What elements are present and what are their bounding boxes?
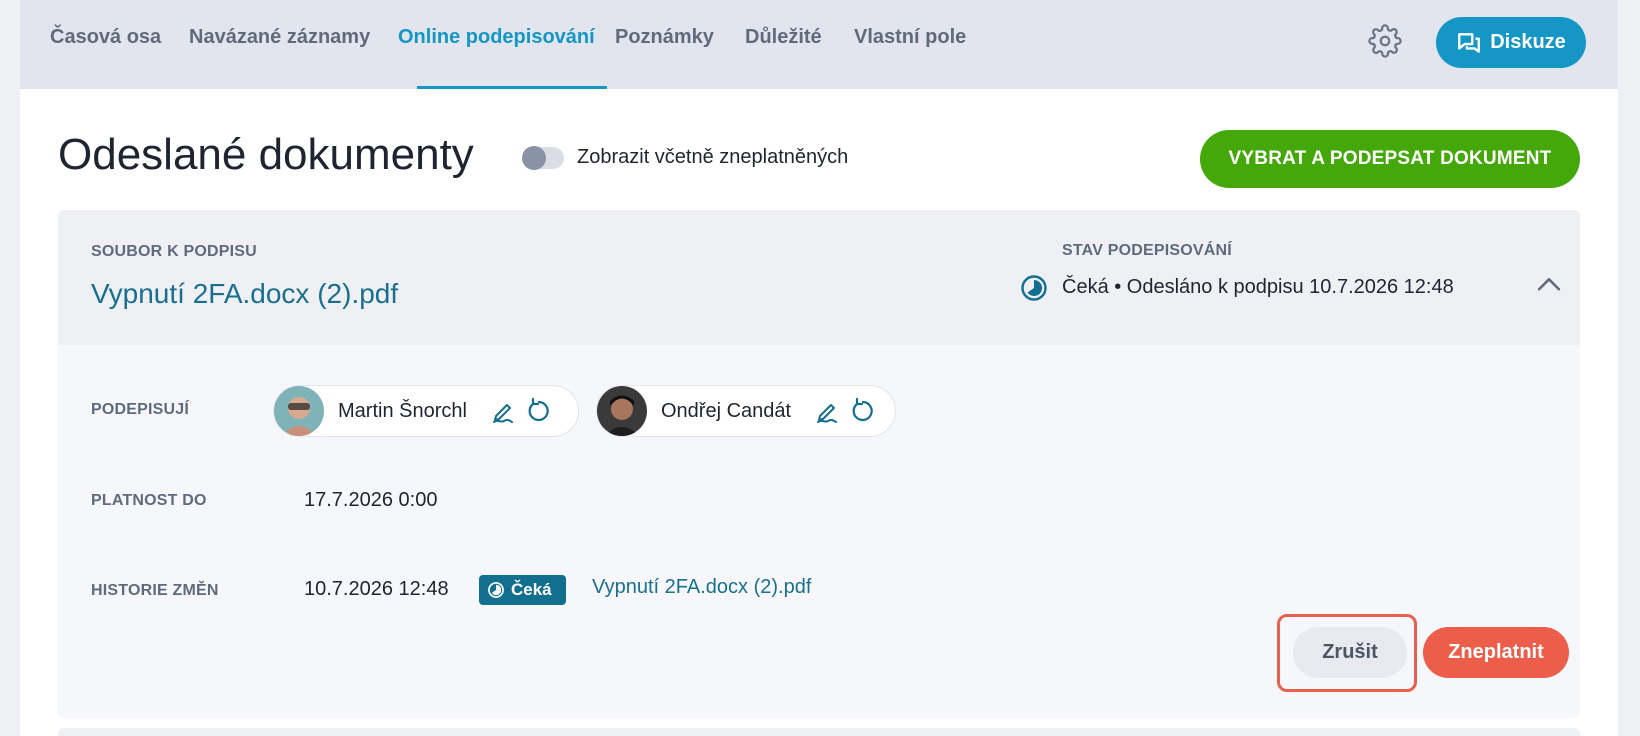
chevron-up-icon[interactable]: [1532, 268, 1566, 302]
show-invalidated-toggle[interactable]: [522, 146, 564, 170]
resend-refresh-icon[interactable]: [525, 397, 553, 425]
document-card-header: SOUBOR K PODPISU Vypnutí 2FA.docx (2).pd…: [58, 210, 1580, 345]
avatar: [274, 386, 324, 436]
invalidate-button[interactable]: Zneplatnit: [1423, 627, 1569, 678]
pending-clock-icon: [1021, 275, 1047, 301]
validity-value: 17.7.2026 0:00: [304, 489, 438, 511]
signer-chip: Martin Šnorchl: [273, 385, 579, 437]
file-label: SOUBOR K PODPISU: [91, 243, 257, 260]
tab-dulezite[interactable]: Důležité: [745, 26, 822, 49]
cancel-button[interactable]: Zrušit: [1293, 627, 1407, 678]
toggle-knob: [522, 146, 546, 170]
signer-chip: Ondřej Candát: [596, 385, 896, 437]
signers-label: PODEPISUJÍ: [91, 401, 190, 418]
gear-icon[interactable]: [1368, 24, 1402, 58]
show-invalidated-label: Zobrazit včetně zneplatněných: [577, 146, 849, 168]
history-file-link[interactable]: Vypnutí 2FA.docx (2).pdf: [592, 576, 811, 599]
tab-navazane-zaznamy[interactable]: Navázané záznamy: [189, 26, 370, 49]
document-card: SOUBOR K PODPISU Vypnutí 2FA.docx (2).pd…: [58, 210, 1580, 718]
app-shell: Časová osa Navázané záznamy Online podep…: [20, 0, 1618, 736]
resend-refresh-icon[interactable]: [849, 397, 877, 425]
history-timestamp: 10.7.2026 12:48: [304, 578, 449, 600]
avatar: [597, 386, 647, 436]
status-badge: Čeká: [479, 575, 566, 605]
discussion-button[interactable]: Diskuze: [1436, 17, 1586, 68]
signature-pen-icon[interactable]: [813, 397, 841, 425]
tab-poznamky[interactable]: Poznámky: [615, 26, 714, 49]
status-text: Čeká • Odesláno k podpisu 10.7.2026 12:4…: [1062, 276, 1454, 298]
tab-vlastni-pole[interactable]: Vlastní pole: [854, 26, 966, 49]
validity-label: PLATNOST DO: [91, 492, 207, 509]
chat-icon: [1458, 32, 1481, 53]
history-label: HISTORIE ZMĚN: [91, 582, 219, 599]
status-label: STAV PODEPISOVÁNÍ: [1062, 242, 1232, 259]
signature-pen-icon[interactable]: [489, 397, 517, 425]
tab-bar: Časová osa Navázané záznamy Online podep…: [20, 0, 1618, 89]
next-document-card: [58, 728, 1580, 736]
file-name-link[interactable]: Vypnutí 2FA.docx (2).pdf: [91, 278, 398, 310]
select-and-sign-button[interactable]: VYBRAT A PODEPSAT DOKUMENT: [1200, 130, 1580, 188]
page-title: Odeslané dokumenty: [58, 130, 474, 179]
active-tab-indicator: [417, 86, 607, 89]
signer-name: Ondřej Candát: [661, 399, 792, 422]
tab-casova-osa[interactable]: Časová osa: [50, 26, 161, 49]
discussion-label: Diskuze: [1490, 31, 1566, 53]
signer-name: Martin Šnorchl: [338, 399, 467, 422]
pending-clock-icon: [488, 582, 504, 598]
status-badge-label: Čeká: [511, 580, 552, 599]
tab-online-podepisovani[interactable]: Online podepisování: [398, 26, 595, 49]
